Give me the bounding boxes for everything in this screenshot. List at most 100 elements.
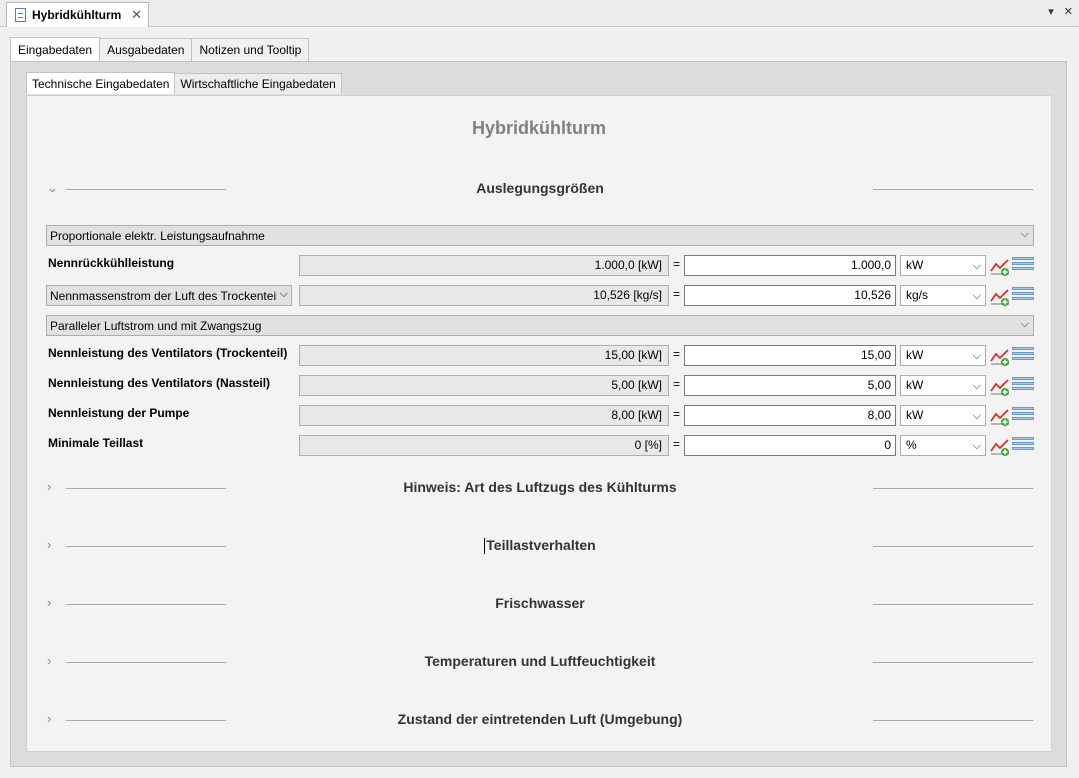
readonly-value: 1.000,0 [kW] <box>299 255 669 276</box>
list-icon[interactable] <box>1012 407 1034 425</box>
chart-icon[interactable] <box>989 285 1011 307</box>
unit-select[interactable]: % ⌵ <box>900 435 986 456</box>
unit-value: kW <box>906 258 924 272</box>
section-title: Zustand der eintretenden Luft (Umgebung) <box>397 711 683 727</box>
editor-tab-hybridkuehlturm[interactable]: Hybridkühlturm ✕ <box>6 2 149 27</box>
editor-controls: ▾ ✕ <box>1048 5 1073 18</box>
list-icon[interactable] <box>1012 347 1034 365</box>
equals-sign: = <box>673 407 681 421</box>
leistungsaufnahme-select[interactable]: Proportionale elektr. Leistungsaufnahme … <box>46 225 1034 246</box>
pumpe-input[interactable]: 8,00 <box>684 405 896 426</box>
unit-select[interactable]: kg/s ⌵ <box>900 285 986 306</box>
view-menu-icon[interactable]: ▾ <box>1048 5 1054 18</box>
luftstrom-select[interactable]: Paralleler Luftstrom und mit Zwangszug ⌵ <box>46 315 1034 336</box>
nennmassenstrom-input[interactable]: 10,526 <box>684 285 896 306</box>
divider <box>873 546 1033 547</box>
chart-icon[interactable] <box>989 405 1011 427</box>
row-nennrueckkuehlleistung: Nennrückkühlleistung 1.000,0 [kW] = 1.00… <box>27 255 1053 277</box>
outer-tab-strip: Eingabedaten Ausgabedaten Notizen und To… <box>10 37 310 61</box>
unit-value: kW <box>906 378 924 392</box>
unit-select[interactable]: kW ⌵ <box>900 255 986 276</box>
divider <box>873 662 1033 663</box>
section-teillastverhalten[interactable]: › Teillastverhalten <box>27 534 1053 558</box>
chevron-down-icon: ⌵ <box>972 350 981 362</box>
row-pumpe: Nennleistung der Pumpe 8,00 [kW] = 8,00 … <box>27 405 1053 427</box>
field-label: Nennleistung des Ventilators (Nassteil) <box>48 376 271 390</box>
inner-tab-strip: Technische Eingabedaten Wirtschaftliche … <box>26 72 342 95</box>
list-icon[interactable] <box>1012 437 1034 455</box>
equals-sign: = <box>673 347 681 361</box>
field-label: Nennleistung der Pumpe <box>48 406 190 420</box>
chart-icon[interactable] <box>989 345 1011 367</box>
chart-icon[interactable] <box>989 375 1011 397</box>
editor-tab-title: Hybridkühlturm <box>32 8 122 22</box>
select-value: Paralleler Luftstrom und mit Zwangszug <box>50 318 262 333</box>
chevron-down-icon: ⌵ <box>972 290 981 302</box>
divider <box>873 189 1033 190</box>
row-ventilator-trockenteil: Nennleistung des Ventilators (Trockentei… <box>27 345 1053 367</box>
tab-wirtschaftliche-eingabedaten[interactable]: Wirtschaftliche Eingabedaten <box>174 73 342 94</box>
nennrueckkuehlleistung-input[interactable]: 1.000,0 <box>684 255 896 276</box>
field-label: Nennrückkühlleistung <box>48 256 175 270</box>
list-icon[interactable] <box>1012 377 1034 395</box>
tab-technische-eingabedaten[interactable]: Technische Eingabedaten <box>26 72 176 94</box>
equals-sign: = <box>673 377 681 391</box>
section-title: Auslegungsgrößen <box>476 180 604 196</box>
divider <box>873 604 1033 605</box>
chart-icon[interactable] <box>989 255 1011 277</box>
section-temperaturen[interactable]: › Temperaturen und Luftfeuchtigkeit <box>27 650 1053 674</box>
section-title: Temperaturen und Luftfeuchtigkeit <box>424 653 656 669</box>
chevron-down-icon: ⌵ <box>1020 318 1029 330</box>
nennmassenstrom-select[interactable]: Nennmassenstrom der Luft des Trockenteil… <box>46 285 292 306</box>
window-close-icon[interactable]: ✕ <box>1064 5 1073 18</box>
divider <box>873 720 1033 721</box>
tab-ausgabedaten[interactable]: Ausgabedaten <box>99 38 193 61</box>
section-frischwasser[interactable]: › Frischwasser <box>27 592 1053 616</box>
chevron-down-icon: ⌵ <box>972 380 981 392</box>
document-icon <box>15 8 26 22</box>
close-icon[interactable]: ✕ <box>131 7 142 23</box>
list-icon[interactable] <box>1012 287 1034 305</box>
readonly-value: 8,00 [kW] <box>299 405 669 426</box>
chevron-down-icon: ⌵ <box>276 288 288 301</box>
unit-select[interactable]: kW ⌵ <box>900 375 986 396</box>
unit-select[interactable]: kW ⌵ <box>900 405 986 426</box>
section-title: Hinweis: Art des Luftzugs des Kühlturms <box>403 479 677 495</box>
unit-value: kW <box>906 408 924 422</box>
section-hinweis[interactable]: › Hinweis: Art des Luftzugs des Kühlturm… <box>27 476 1053 500</box>
row-minimale-teillast: Minimale Teillast 0 [%] = 0 % ⌵ <box>27 435 1053 457</box>
section-zustand[interactable]: › Zustand der eintretenden Luft (Umgebun… <box>27 708 1053 732</box>
divider <box>873 488 1033 489</box>
equals-sign: = <box>673 437 681 451</box>
section-title: Frischwasser <box>495 595 585 611</box>
chevron-down-icon: ⌵ <box>972 440 981 452</box>
tab-notizen-und-tooltip[interactable]: Notizen und Tooltip <box>191 38 310 61</box>
editor-tab-bar: Hybridkühlturm ✕ ▾ ✕ <box>0 0 1079 27</box>
readonly-value: 5,00 [kW] <box>299 375 669 396</box>
unit-value: % <box>906 438 917 452</box>
unit-value: kg/s <box>906 288 929 302</box>
ventilator-trockenteil-input[interactable]: 15,00 <box>684 345 896 366</box>
chevron-down-icon: ⌵ <box>972 260 981 272</box>
ventilator-nassteil-input[interactable]: 5,00 <box>684 375 896 396</box>
readonly-value: 0 [%] <box>299 435 669 456</box>
select-value: Proportionale elektr. Leistungsaufnahme <box>50 228 265 243</box>
select-value: Nennmassenstrom der Luft des Trockenteil… <box>50 288 285 303</box>
chart-icon[interactable] <box>989 435 1011 457</box>
page-title: Hybridkühlturm <box>471 118 606 138</box>
section-auslegungsgroessen[interactable]: ⌄ Auslegungsgrößen <box>27 177 1053 201</box>
unit-value: kW <box>906 348 924 362</box>
chevron-down-icon: ⌵ <box>1020 228 1029 240</box>
readonly-value: 10,526 [kg/s] <box>299 285 669 306</box>
equals-sign: = <box>673 257 681 271</box>
chevron-down-icon: ⌵ <box>972 410 981 422</box>
field-label: Minimale Teillast <box>48 436 144 450</box>
equals-sign: = <box>673 287 681 301</box>
list-icon[interactable] <box>1012 257 1034 275</box>
minimale-teillast-input[interactable]: 0 <box>684 435 896 456</box>
section-title: Teillastverhalten <box>486 537 596 553</box>
content-panel: Hybridkühlturm ⌄ Auslegungsgrößen Propor… <box>26 95 1052 752</box>
readonly-value: 15,00 [kW] <box>299 345 669 366</box>
tab-eingabedaten[interactable]: Eingabedaten <box>10 37 101 61</box>
unit-select[interactable]: kW ⌵ <box>900 345 986 366</box>
